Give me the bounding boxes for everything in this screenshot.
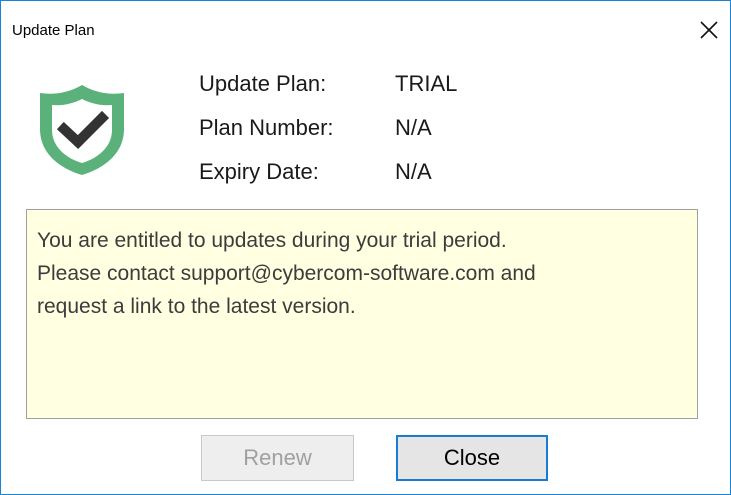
update-plan-label: Update Plan: [199, 71, 327, 96]
plan-row-update-plan: Update Plan: TRIAL [199, 71, 599, 101]
renew-button[interactable]: Renew [201, 435, 354, 481]
title-bar: Update Plan [1, 1, 730, 45]
shield-check-icon [34, 81, 130, 179]
plan-row-plan-number: Plan Number: N/A [199, 115, 599, 145]
window-title: Update Plan [12, 22, 95, 39]
notice-line: Please contact support@cybercom-software… [37, 262, 536, 285]
plan-number-label: Plan Number: [199, 115, 334, 140]
notice-box: You are entitled to updates during your … [26, 209, 698, 419]
expiry-date-label: Expiry Date: [199, 159, 319, 184]
update-plan-dialog: Update Plan Update Plan: TRIAL Plan Numb… [0, 0, 731, 495]
close-button[interactable]: Close [396, 435, 548, 481]
plan-number-value: N/A [395, 115, 432, 140]
notice-line: request a link to the latest version. [37, 295, 356, 318]
expiry-date-value: N/A [395, 159, 432, 184]
close-icon[interactable] [694, 15, 724, 45]
plan-row-expiry-date: Expiry Date: N/A [199, 159, 599, 189]
notice-line: You are entitled to updates during your … [37, 229, 507, 252]
update-plan-value: TRIAL [395, 71, 458, 96]
